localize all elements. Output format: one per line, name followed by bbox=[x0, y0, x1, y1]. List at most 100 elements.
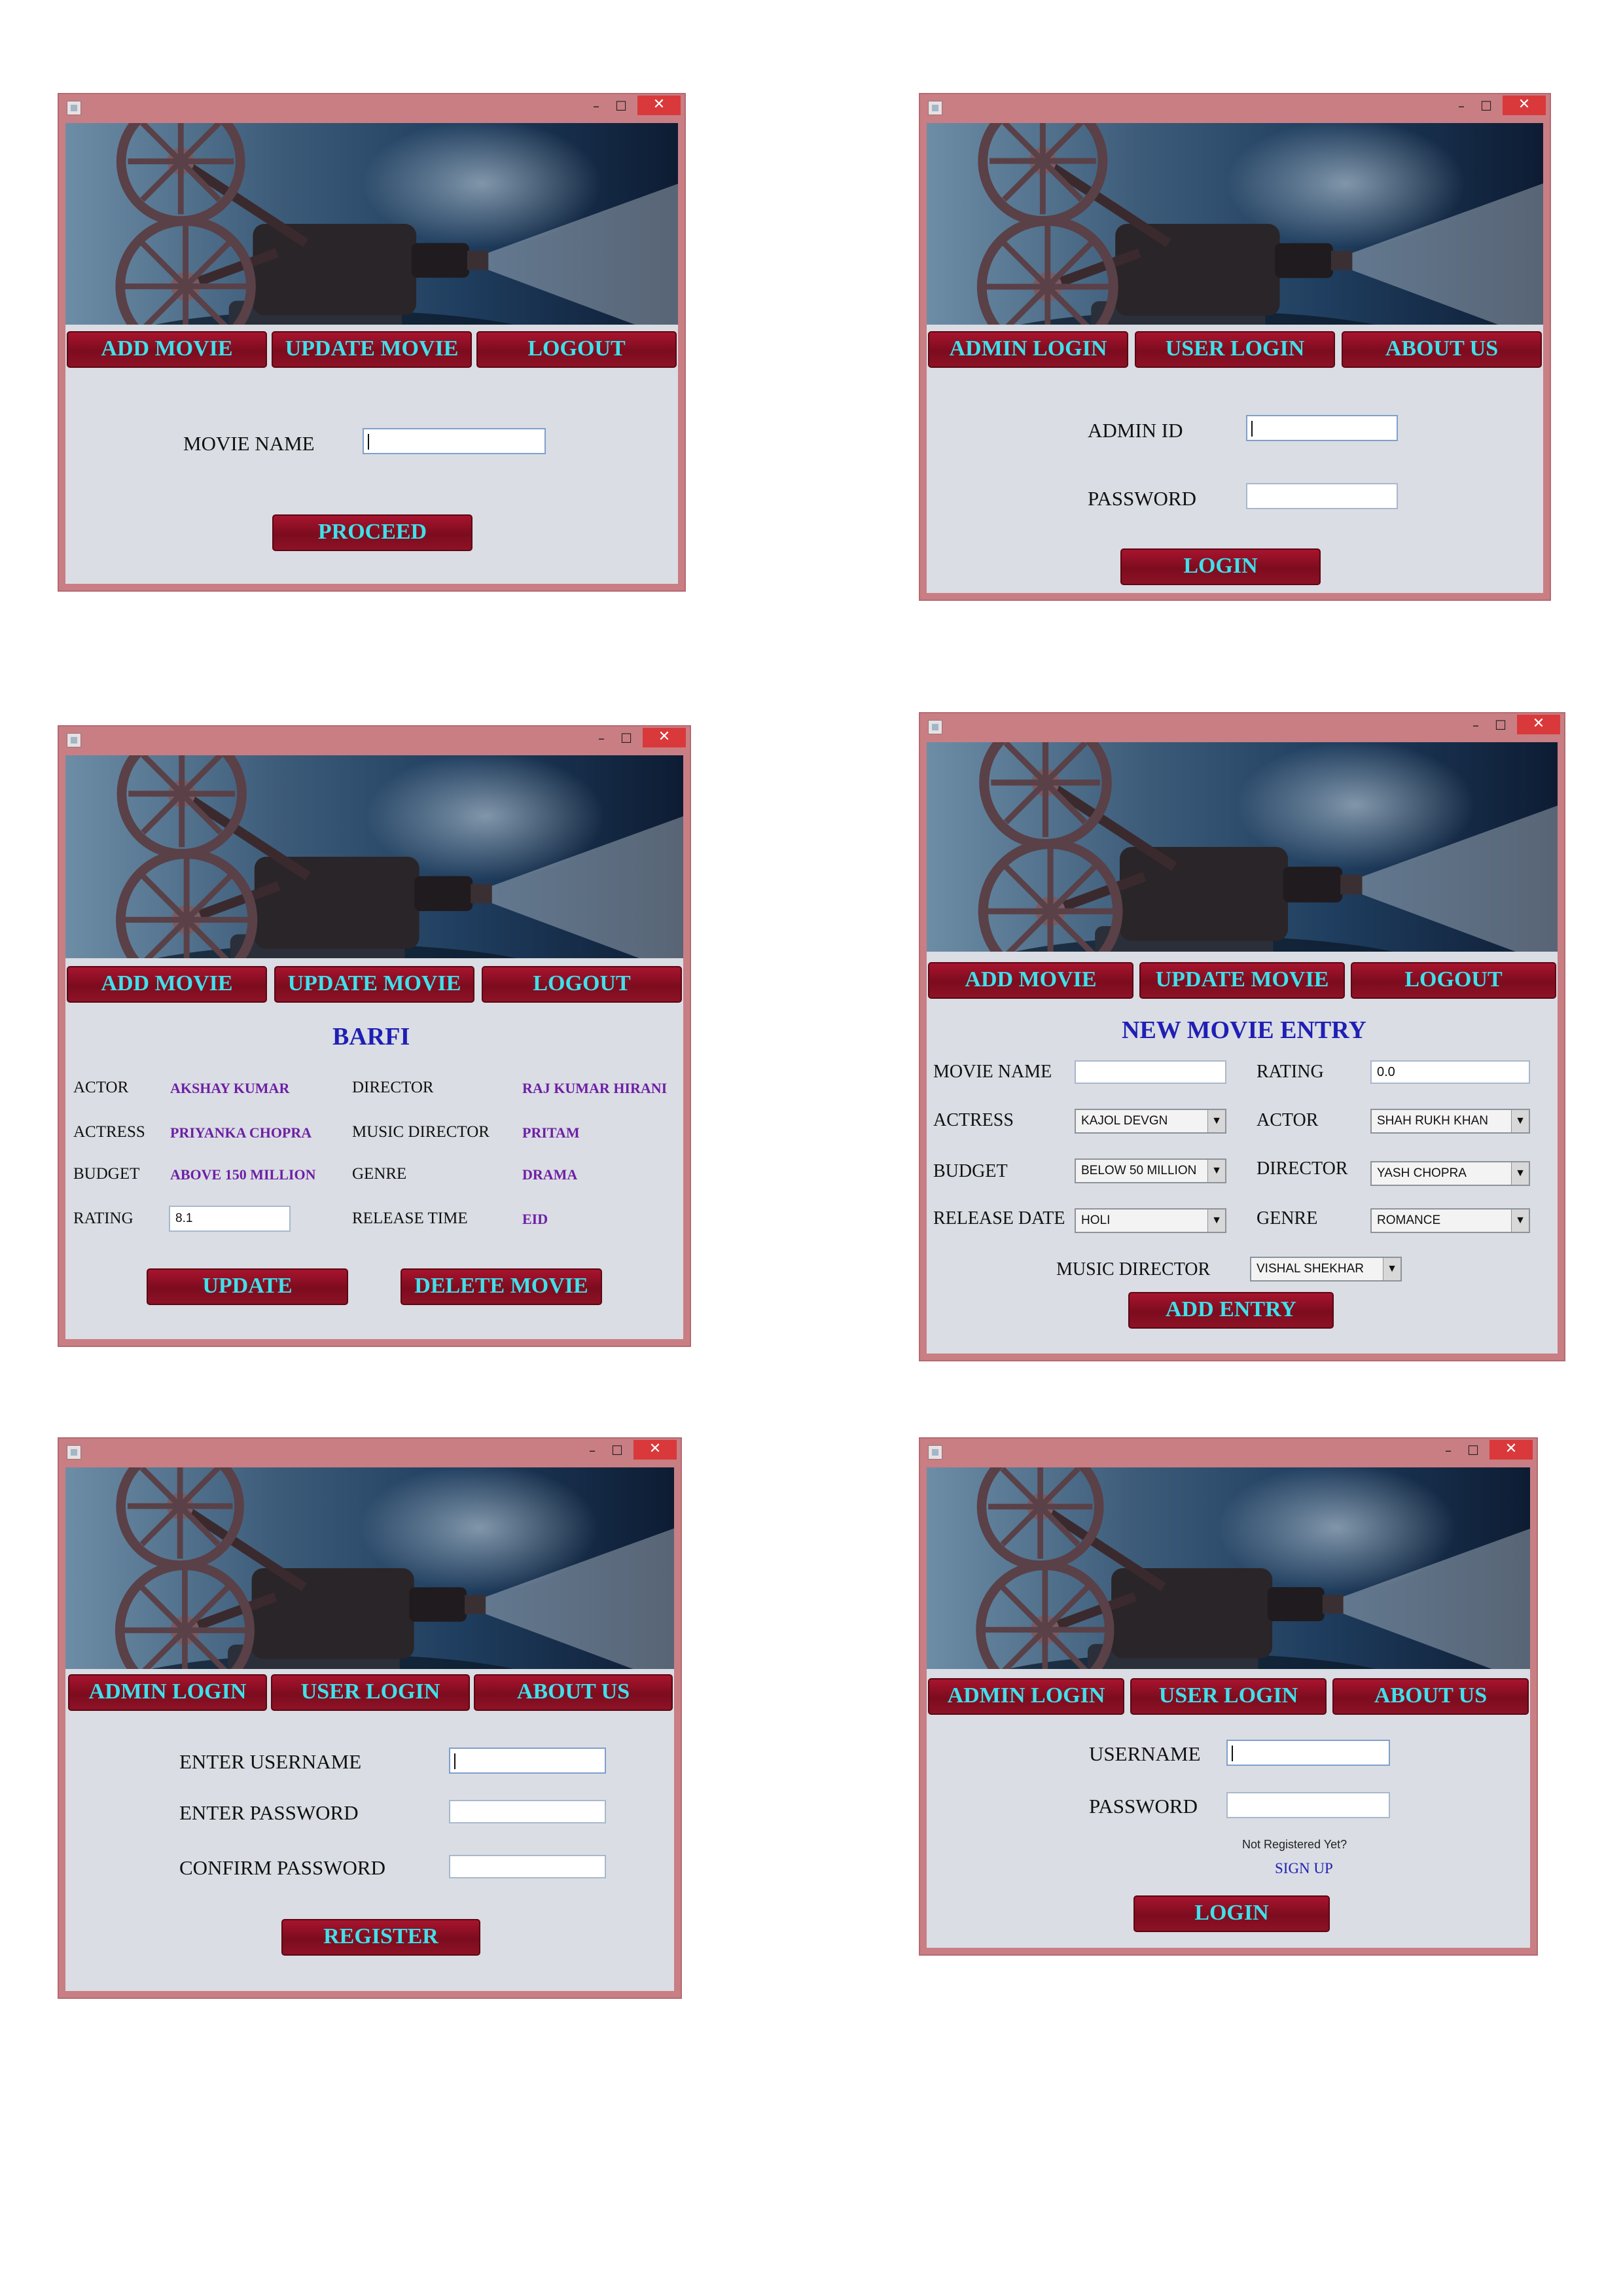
projector-icon bbox=[65, 755, 683, 958]
budget-selected-value: BELOW 50 MILLION bbox=[1081, 1164, 1197, 1177]
title-bar[interactable]: – ☐ ✕ bbox=[59, 94, 685, 123]
login-button[interactable]: LOGIN bbox=[1120, 548, 1321, 585]
close-button[interactable]: ✕ bbox=[1489, 1440, 1533, 1460]
projector-banner-image bbox=[65, 1467, 674, 1669]
actress-selected-value: KAJOL DEVGN bbox=[1081, 1114, 1168, 1128]
projector-icon bbox=[65, 123, 678, 325]
password-input[interactable] bbox=[1246, 483, 1398, 509]
maximize-button[interactable]: ☐ bbox=[615, 730, 637, 747]
window-content: ADMIN LOGIN USER LOGIN ABOUT US ENTER US… bbox=[65, 1467, 674, 1991]
sign-up-link[interactable]: SIGN UP bbox=[1275, 1860, 1333, 1877]
movie-name-label: MOVIE NAME bbox=[183, 432, 315, 455]
minimize-button[interactable]: – bbox=[581, 1443, 603, 1460]
release-date-select[interactable]: HOLI ▼ bbox=[1075, 1208, 1226, 1233]
add-entry-button[interactable]: ADD ENTRY bbox=[1128, 1292, 1334, 1329]
release-date-label: RELEASE DATE bbox=[933, 1208, 1065, 1229]
about-us-button[interactable]: ABOUT US bbox=[474, 1674, 673, 1711]
maximize-button[interactable]: ☐ bbox=[610, 98, 632, 115]
update-movie-button[interactable]: UPDATE MOVIE bbox=[1139, 962, 1345, 999]
chevron-down-icon: ▼ bbox=[1207, 1110, 1225, 1132]
budget-label: BUDGET bbox=[933, 1161, 1008, 1181]
title-bar[interactable]: – ☐ ✕ bbox=[59, 1439, 681, 1467]
genre-selected-value: ROMANCE bbox=[1377, 1213, 1441, 1227]
title-bar[interactable]: – ☐ ✕ bbox=[59, 726, 690, 755]
close-button[interactable]: ✕ bbox=[1503, 96, 1546, 115]
java-app-icon bbox=[928, 720, 942, 734]
minimize-button[interactable]: – bbox=[1450, 98, 1472, 115]
release-time-value: EID bbox=[522, 1211, 548, 1227]
update-button[interactable]: UPDATE bbox=[147, 1268, 348, 1305]
confirm-password-input[interactable] bbox=[449, 1855, 606, 1878]
update-movie-button[interactable]: UPDATE MOVIE bbox=[274, 966, 474, 1003]
close-button[interactable]: ✕ bbox=[637, 96, 681, 115]
password-input[interactable] bbox=[449, 1800, 606, 1823]
add-movie-button[interactable]: ADD MOVIE bbox=[928, 962, 1133, 999]
director-label: DIRECTOR bbox=[352, 1079, 434, 1096]
java-app-icon bbox=[67, 1445, 81, 1460]
maximize-button[interactable]: ☐ bbox=[1489, 717, 1512, 734]
username-input[interactable] bbox=[1226, 1740, 1390, 1766]
maximize-button[interactable]: ☐ bbox=[1462, 1443, 1484, 1460]
about-us-button[interactable]: ABOUT US bbox=[1332, 1678, 1529, 1715]
music-director-select[interactable]: VISHAL SHEKHAR ▼ bbox=[1250, 1257, 1402, 1282]
username-input[interactable] bbox=[449, 1748, 606, 1774]
update-movie-button[interactable]: UPDATE MOVIE bbox=[272, 331, 472, 368]
maximize-button[interactable]: ☐ bbox=[606, 1443, 628, 1460]
chevron-down-icon: ▼ bbox=[1511, 1162, 1529, 1185]
budget-select[interactable]: BELOW 50 MILLION ▼ bbox=[1075, 1158, 1226, 1183]
user-login-nav-button[interactable]: USER LOGIN bbox=[271, 1674, 470, 1711]
admin-login-window: – ☐ ✕ ADMIN LOGIN USER LOGIN ABOUT US AD… bbox=[919, 93, 1551, 601]
director-value: RAJ KUMAR HIRANI bbox=[522, 1080, 668, 1096]
nav-bar: ADMIN LOGIN USER LOGIN ABOUT US bbox=[928, 331, 1542, 368]
admin-id-input[interactable] bbox=[1246, 415, 1398, 441]
actress-select[interactable]: KAJOL DEVGN ▼ bbox=[1075, 1109, 1226, 1134]
title-bar[interactable]: – ☐ ✕ bbox=[920, 1439, 1537, 1467]
title-bar[interactable]: – ☐ ✕ bbox=[920, 94, 1550, 123]
new-movie-entry-heading: NEW MOVIE ENTRY bbox=[1122, 1016, 1366, 1044]
rating-input[interactable]: 0.0 bbox=[1370, 1060, 1530, 1084]
title-bar[interactable]: – ☐ ✕ bbox=[920, 713, 1564, 742]
actress-label: ACTRESS bbox=[933, 1110, 1014, 1130]
music-director-value: PRITAM bbox=[522, 1124, 580, 1141]
delete-movie-button[interactable]: DELETE MOVIE bbox=[401, 1268, 602, 1305]
close-button[interactable]: ✕ bbox=[643, 728, 686, 747]
close-button[interactable]: ✕ bbox=[1517, 715, 1560, 734]
music-director-selected-value: VISHAL SHEKHAR bbox=[1257, 1262, 1364, 1276]
director-label: DIRECTOR bbox=[1257, 1158, 1348, 1179]
user-login-nav-button[interactable]: USER LOGIN bbox=[1130, 1678, 1327, 1715]
proceed-button[interactable]: PROCEED bbox=[272, 514, 473, 551]
window-content: ADMIN LOGIN USER LOGIN ABOUT US USERNAME… bbox=[927, 1467, 1530, 1948]
actress-value: PRIYANKA CHOPRA bbox=[170, 1124, 312, 1141]
register-button[interactable]: REGISTER bbox=[281, 1919, 480, 1956]
rating-input[interactable]: 8.1 bbox=[169, 1206, 291, 1232]
minimize-button[interactable]: – bbox=[1465, 717, 1487, 734]
password-label: PASSWORD bbox=[1088, 487, 1196, 510]
admin-login-nav-button[interactable]: ADMIN LOGIN bbox=[68, 1674, 267, 1711]
movie-name-input[interactable] bbox=[363, 428, 546, 454]
about-us-button[interactable]: ABOUT US bbox=[1342, 331, 1542, 368]
admin-login-nav-button[interactable]: ADMIN LOGIN bbox=[928, 1678, 1124, 1715]
director-select[interactable]: YASH CHOPRA ▼ bbox=[1370, 1161, 1530, 1186]
actor-select[interactable]: SHAH RUKH KHAN ▼ bbox=[1370, 1109, 1530, 1134]
genre-select[interactable]: ROMANCE ▼ bbox=[1370, 1208, 1530, 1233]
enter-password-label: ENTER PASSWORD bbox=[179, 1801, 359, 1824]
user-login-nav-button[interactable]: USER LOGIN bbox=[1135, 331, 1335, 368]
username-label: USERNAME bbox=[1089, 1742, 1201, 1765]
maximize-button[interactable]: ☐ bbox=[1475, 98, 1497, 115]
actor-label: ACTOR bbox=[1257, 1110, 1319, 1130]
login-button[interactable]: LOGIN bbox=[1133, 1895, 1330, 1932]
movie-name-input[interactable] bbox=[1075, 1060, 1226, 1084]
projector-banner-image bbox=[927, 123, 1543, 325]
logout-button[interactable]: LOGOUT bbox=[476, 331, 677, 368]
logout-button[interactable]: LOGOUT bbox=[482, 966, 682, 1003]
window-content: ADD MOVIE UPDATE MOVIE LOGOUT MOVIE NAME… bbox=[65, 123, 678, 584]
add-movie-button[interactable]: ADD MOVIE bbox=[67, 331, 267, 368]
close-button[interactable]: ✕ bbox=[633, 1440, 677, 1460]
logout-button[interactable]: LOGOUT bbox=[1351, 962, 1556, 999]
minimize-button[interactable]: – bbox=[1437, 1443, 1459, 1460]
minimize-button[interactable]: – bbox=[590, 730, 613, 747]
add-movie-button[interactable]: ADD MOVIE bbox=[67, 966, 267, 1003]
minimize-button[interactable]: – bbox=[585, 98, 607, 115]
admin-login-nav-button[interactable]: ADMIN LOGIN bbox=[928, 331, 1128, 368]
password-input[interactable] bbox=[1226, 1792, 1390, 1818]
